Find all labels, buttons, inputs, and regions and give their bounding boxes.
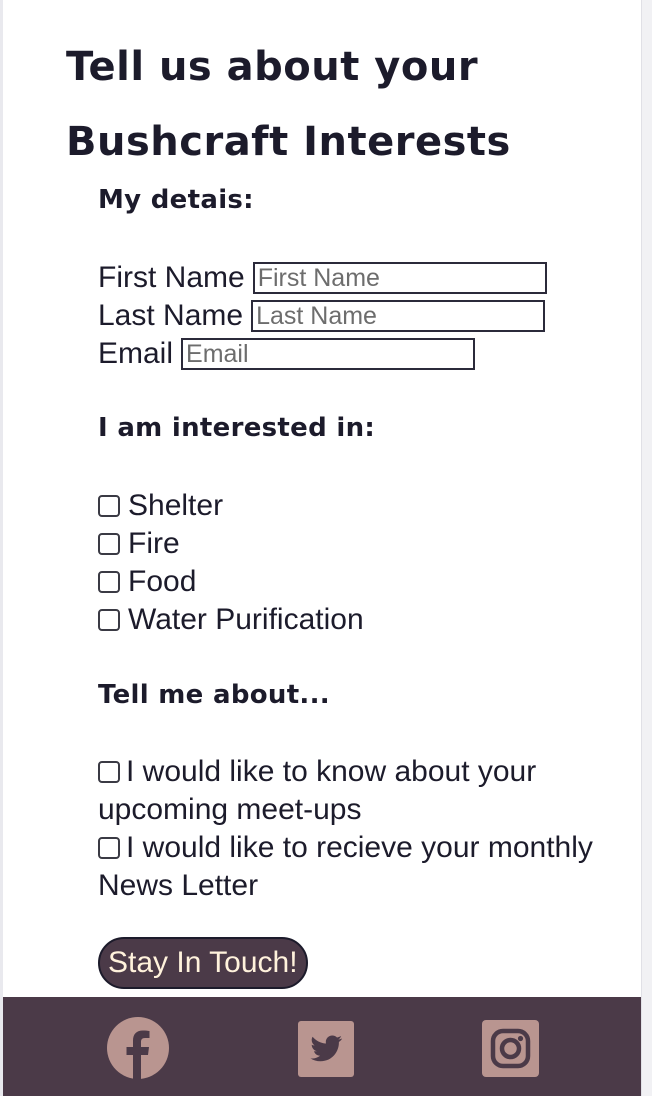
shelter-label: Shelter [128,489,224,522]
instagram-icon[interactable] [482,1020,539,1077]
footer [3,997,641,1096]
water-purification-label: Water Purification [128,603,364,636]
water-purification-checkbox[interactable] [98,609,120,631]
meetups-checkbox[interactable] [98,761,120,783]
last-name-row: Last Name [98,297,546,335]
last-name-input[interactable] [251,300,546,332]
first-name-label: First Name [98,261,245,294]
shelter-checkbox[interactable] [98,495,120,517]
food-label: Food [128,565,197,598]
newsletter-label: I would like to recieve your monthly New… [98,831,593,902]
interests-heading: I am interested in: [98,413,376,443]
tell-me-heading: Tell me about... [98,680,330,710]
fire-label: Fire [128,527,180,560]
interest-food[interactable]: Food [98,563,196,601]
fire-checkbox[interactable] [98,533,120,555]
first-name-row: First Name [98,259,547,297]
signup-page: Tell us about your Bushcraft Interests M… [0,0,652,1096]
details-heading: My detais: [98,185,254,215]
meetups-option[interactable]: I would like to know about your upcoming… [98,753,598,829]
first-name-input[interactable] [252,262,547,294]
right-scroll-edge [641,0,652,1096]
email-input[interactable] [181,338,476,370]
email-row: Email [98,335,476,373]
interest-shelter[interactable]: Shelter [98,487,223,525]
email-label: Email [98,337,174,370]
food-checkbox[interactable] [98,571,120,593]
facebook-icon[interactable] [107,1017,169,1079]
twitter-icon[interactable] [298,1021,354,1077]
interest-water-purification[interactable]: Water Purification [98,601,364,639]
meetups-label: I would like to know about your upcoming… [98,755,537,826]
left-edge [0,0,3,1096]
stay-in-touch-button[interactable]: Stay In Touch! [98,937,308,989]
last-name-label: Last Name [98,299,244,332]
interest-fire[interactable]: Fire [98,525,180,563]
newsletter-checkbox[interactable] [98,837,120,859]
page-title: Tell us about your Bushcraft Interests [66,44,511,165]
newsletter-option[interactable]: I would like to recieve your monthly New… [98,829,598,905]
